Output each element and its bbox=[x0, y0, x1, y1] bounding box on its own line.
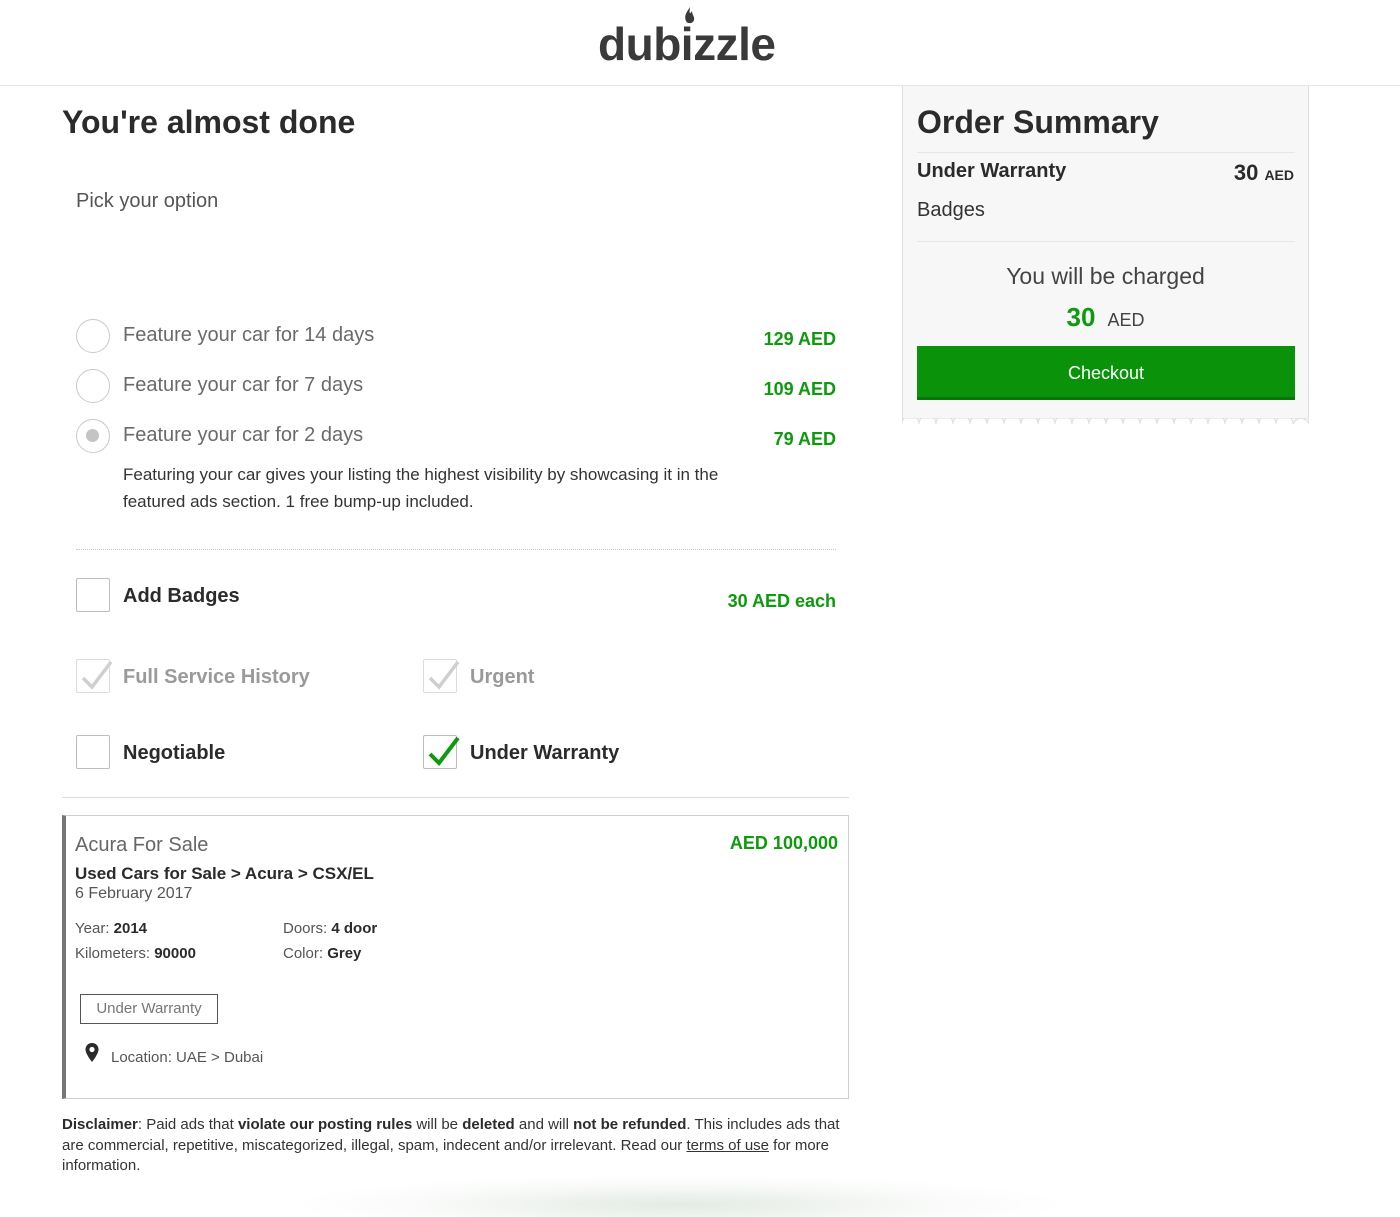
negotiable-checkbox[interactable] bbox=[76, 735, 110, 769]
flame-icon bbox=[685, 7, 695, 24]
listing-price: AED 100,000 bbox=[729, 833, 838, 853]
radio-button[interactable] bbox=[76, 369, 110, 403]
listing-preview-card: Acura For Sale AED 100,000 Used Cars for… bbox=[62, 815, 849, 1099]
option-price: 79 AED bbox=[773, 429, 836, 449]
full-service-history-checkbox[interactable] bbox=[76, 659, 113, 693]
spec-color: Color: Grey bbox=[283, 945, 362, 962]
listing-breadcrumb: Used Cars for Sale > Acura > CSX/EL bbox=[75, 864, 374, 883]
pick-option-subtitle: Pick your option bbox=[76, 190, 219, 212]
check-icon bbox=[428, 736, 460, 767]
dubizzle-logo[interactable]: dubizzle bbox=[598, 7, 776, 72]
divider bbox=[917, 241, 1295, 242]
urgent-label: Urgent bbox=[470, 666, 535, 688]
checkout-button[interactable]: Checkout bbox=[917, 346, 1295, 400]
order-summary-title: Order Summary bbox=[917, 104, 1159, 140]
radio-button-selected[interactable] bbox=[76, 419, 110, 453]
receipt-scallop-edge bbox=[902, 418, 1309, 425]
option-price: 129 AED bbox=[763, 329, 836, 349]
divider bbox=[62, 797, 849, 798]
option-label: Feature your car for 14 days bbox=[123, 324, 375, 346]
listing-title: Acura For Sale bbox=[75, 834, 209, 856]
option-14-days[interactable]: Feature your car for 14 days 129 AED bbox=[76, 319, 836, 355]
listing-location: Location: UAE > Dubai bbox=[111, 1049, 264, 1066]
divider bbox=[76, 549, 836, 550]
option-label: Feature your car for 7 days bbox=[123, 374, 364, 396]
location-pin-icon bbox=[85, 1043, 99, 1062]
charged-label: You will be charged bbox=[1006, 263, 1205, 289]
under-warranty-checkbox[interactable] bbox=[423, 735, 460, 769]
disclaimer: Disclaimer: Paid ads that violate our po… bbox=[62, 1116, 840, 1174]
check-icon bbox=[428, 660, 460, 690]
radio-button[interactable] bbox=[76, 319, 110, 353]
summary-item-category: Badges bbox=[917, 199, 985, 221]
full-service-history-label: Full Service History bbox=[123, 666, 310, 688]
option-price: 109 AED bbox=[763, 379, 836, 399]
spec-kilometers: Kilometers: 90000 bbox=[75, 945, 196, 962]
under-warranty-tag: Under Warranty bbox=[80, 994, 218, 1024]
option-label: Feature your car for 2 days bbox=[123, 424, 364, 446]
listing-date: 6 February 2017 bbox=[75, 885, 193, 902]
add-badges-checkbox[interactable] bbox=[76, 578, 110, 612]
option-2-days[interactable]: Feature your car for 2 days 79 AED bbox=[76, 419, 836, 455]
charged-amount: 30 AED bbox=[1066, 302, 1145, 332]
option-7-days[interactable]: Feature your car for 7 days 109 AED bbox=[76, 369, 836, 405]
page-title: You're almost done bbox=[62, 104, 356, 140]
under-warranty-label: Under Warranty bbox=[470, 742, 620, 764]
summary-item-label: Under Warranty bbox=[917, 160, 1067, 182]
order-summary-panel: Order Summary Under Warranty 30 AED Badg… bbox=[902, 86, 1309, 418]
terms-of-use-link[interactable]: terms of use bbox=[686, 1137, 769, 1154]
badges-price: 30 AED each bbox=[727, 591, 836, 611]
spec-doors: Doors: 4 door bbox=[283, 920, 378, 937]
negotiable-label: Negotiable bbox=[123, 742, 226, 764]
check-icon bbox=[81, 660, 113, 690]
divider bbox=[917, 152, 1295, 153]
urgent-checkbox[interactable] bbox=[423, 659, 460, 693]
summary-item-price: 30 AED bbox=[1233, 160, 1294, 185]
top-header: dubizzle bbox=[0, 0, 1400, 86]
add-badges-label: Add Badges bbox=[123, 585, 240, 607]
bottom-shadow bbox=[300, 1175, 1060, 1217]
spec-year: Year: 2014 bbox=[75, 920, 148, 937]
option-description: Featuring your car gives your listing th… bbox=[123, 465, 719, 511]
